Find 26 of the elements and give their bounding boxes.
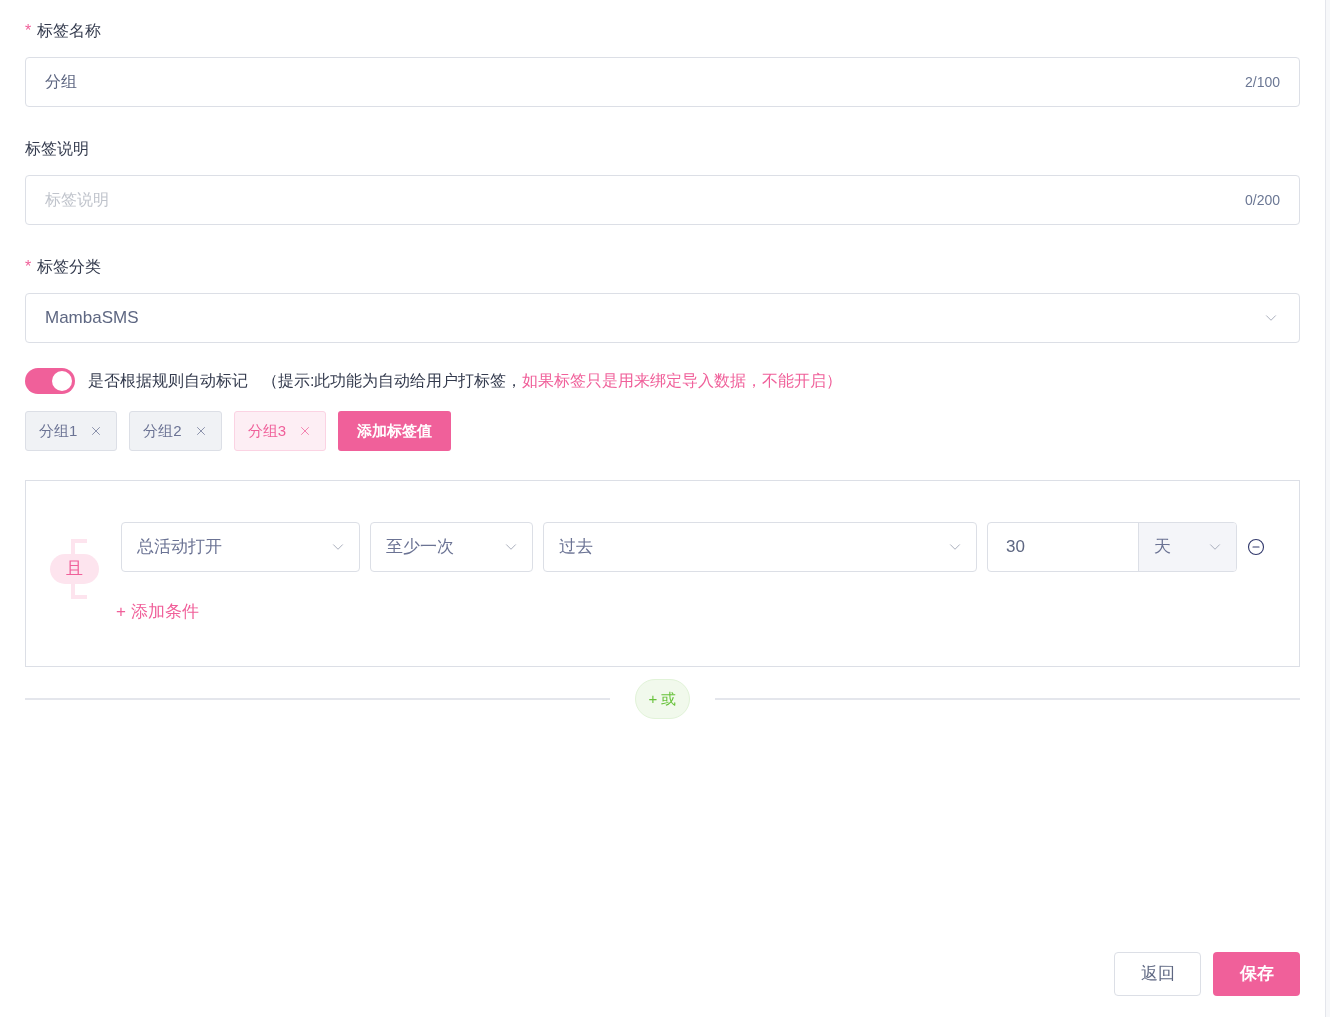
add-tag-value-button[interactable]: 添加标签值 (338, 411, 452, 451)
toggle-label: 是否根据规则自动标记 (88, 371, 248, 391)
toggle-switch[interactable] (25, 368, 75, 394)
required-asterisk: * (25, 257, 32, 277)
tag-value-chip[interactable]: 分组3 (233, 411, 327, 451)
event-select[interactable]: 总活动打开 (121, 522, 360, 572)
amount-field[interactable]: 30 天 (987, 522, 1237, 572)
field-label: 标签名称 (37, 21, 102, 41)
text-field[interactable]: 分组 2/100 (25, 57, 1300, 107)
warning-text: 如果标签只是用来绑定导入数据，不能开启） (522, 371, 843, 391)
tag-value-chip[interactable]: 分组1 (25, 411, 118, 451)
remove-icon[interactable] (1247, 538, 1265, 556)
logic-badge[interactable]: 且 (50, 554, 99, 584)
save-button[interactable]: 保存 (1213, 952, 1300, 996)
add-condition-link[interactable]: + 添加条件 (116, 599, 199, 625)
tag-value-chip[interactable]: 分组2 (129, 411, 222, 451)
required-asterisk: * (25, 21, 32, 41)
time-range-select[interactable]: 过去 (543, 522, 977, 572)
frequency-select[interactable]: 至少一次 (370, 522, 533, 572)
category-select[interactable]: MambaSMS (25, 293, 1300, 343)
unit-select[interactable]: 天 (1138, 523, 1236, 571)
hint-text: （提示:此功能为自动给用户打标签， (262, 371, 523, 391)
field-label: 标签说明 (25, 139, 89, 159)
text-field[interactable]: 标签说明 0/200 (25, 175, 1300, 225)
field-label: 标签分类 (37, 257, 102, 277)
back-button[interactable]: 返回 (1114, 952, 1201, 996)
